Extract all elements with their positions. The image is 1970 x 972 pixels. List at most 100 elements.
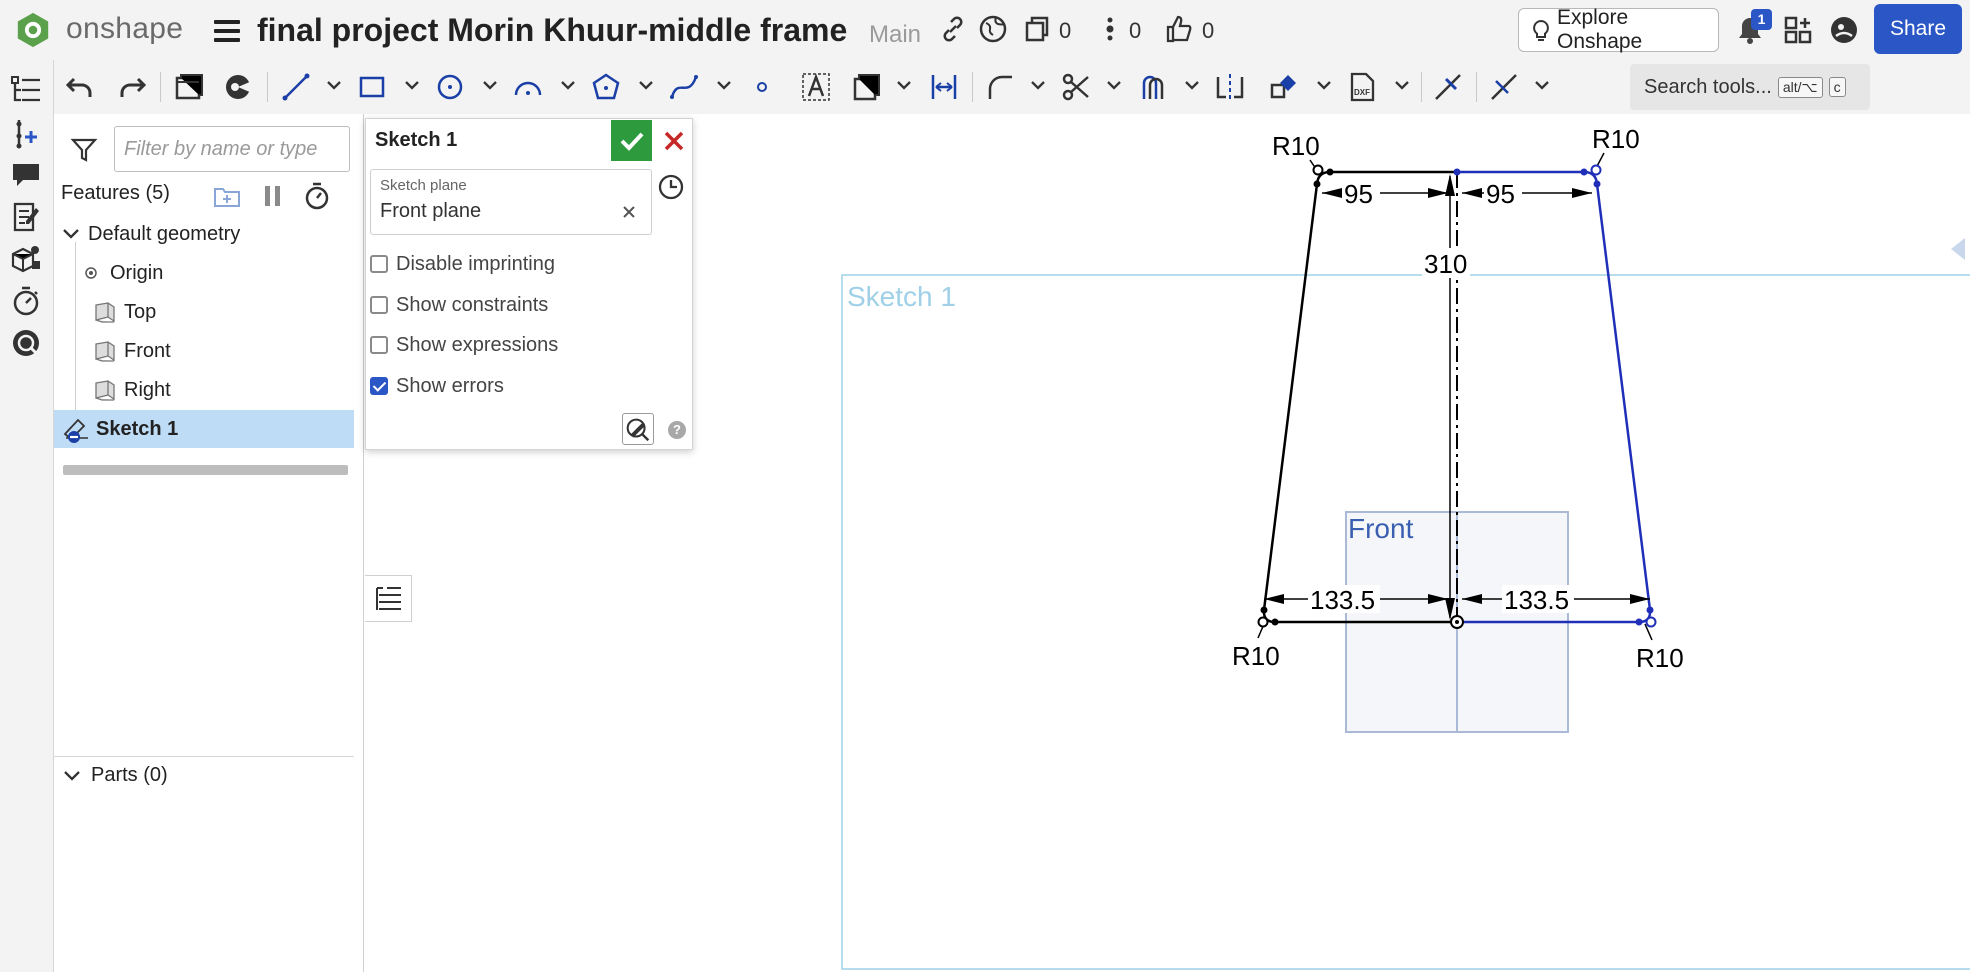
- show-expressions-option[interactable]: Show expressions: [370, 331, 558, 359]
- accept-button[interactable]: [611, 120, 652, 161]
- link-icon[interactable]: [938, 14, 968, 44]
- tree-item-default-geometry[interactable]: Default geometry: [54, 215, 354, 253]
- text-tool-icon[interactable]: [800, 71, 832, 103]
- dxf-import-icon[interactable]: DXF: [1346, 71, 1378, 103]
- disable-imprinting-option[interactable]: Disable imprinting: [370, 250, 555, 278]
- rectangle-tool-icon[interactable]: [356, 71, 388, 103]
- disable-imprinting-checkbox[interactable]: [370, 255, 388, 273]
- fillet-bottom-right-radius[interactable]: R10: [1636, 643, 1684, 673]
- bottom-right-dimension[interactable]: 133.5: [1504, 585, 1569, 615]
- sketch-mode-icon[interactable]: [172, 71, 204, 103]
- feature-list-toggle[interactable]: [365, 575, 412, 622]
- horizontal-scrollbar[interactable]: [63, 465, 348, 475]
- sketch-point[interactable]: [1260, 606, 1268, 614]
- collapse-right-panel-icon[interactable]: [1951, 238, 1965, 260]
- sketch-profile-right[interactable]: [1457, 170, 1652, 624]
- bottom-left-dimension[interactable]: 133.5: [1310, 585, 1375, 615]
- fillet-center-point[interactable]: [1257, 616, 1269, 628]
- user-avatar-icon[interactable]: [1828, 14, 1860, 46]
- height-dimension[interactable]: 310: [1424, 249, 1467, 279]
- offset-tool-icon[interactable]: [1138, 71, 1170, 103]
- chevron-down-icon[interactable]: [1184, 79, 1200, 91]
- insert-feature-icon[interactable]: [9, 116, 43, 150]
- chevron-down-icon[interactable]: [638, 79, 654, 91]
- sketch-point[interactable]: [1271, 618, 1279, 626]
- spline-tool-icon[interactable]: [668, 71, 700, 103]
- fillet-top-right-radius[interactable]: R10: [1592, 124, 1640, 154]
- tree-item-top[interactable]: Top: [54, 293, 354, 331]
- chevron-down-icon[interactable]: [63, 769, 81, 783]
- thumbs-up-icon[interactable]: [1164, 14, 1194, 44]
- filter-input[interactable]: Filter by name or type: [114, 126, 350, 172]
- sketch-point[interactable]: [1646, 606, 1654, 614]
- fillet-top-left-radius[interactable]: R10: [1272, 131, 1320, 161]
- top-right-dimension[interactable]: 95: [1486, 179, 1515, 209]
- help-icon[interactable]: ?: [668, 421, 686, 439]
- chevron-down-icon[interactable]: [326, 79, 342, 91]
- chevron-down-icon[interactable]: [1394, 79, 1410, 91]
- chevron-down-icon[interactable]: [62, 227, 80, 241]
- menu-icon[interactable]: [214, 20, 240, 42]
- sketch-point[interactable]: [1580, 168, 1588, 176]
- top-left-dimension[interactable]: 95: [1344, 179, 1373, 209]
- comments-icon[interactable]: [9, 158, 43, 192]
- sketch-point[interactable]: [1453, 168, 1461, 176]
- chevron-down-icon[interactable]: [560, 79, 576, 91]
- feature-list-icon[interactable]: [9, 72, 43, 106]
- chevron-down-icon[interactable]: [1316, 79, 1332, 91]
- brand-wordmark[interactable]: onshape: [66, 12, 183, 46]
- fillet-center-point[interactable]: [1645, 616, 1657, 628]
- explore-onshape-button[interactable]: Explore Onshape: [1518, 6, 1719, 53]
- onshape-ai-icon[interactable]: [9, 326, 43, 360]
- share-button[interactable]: Share: [1874, 4, 1962, 54]
- show-expressions-checkbox[interactable]: [370, 336, 388, 354]
- tree-item-sketch-1[interactable]: Sketch 1: [54, 410, 354, 448]
- more-vertical-icon[interactable]: [1095, 14, 1125, 44]
- search-tools-input[interactable]: Search tools... alt/⌥ c: [1630, 64, 1870, 110]
- intersect-tool-icon[interactable]: [1432, 71, 1464, 103]
- add-folder-icon[interactable]: [212, 181, 242, 211]
- chevron-down-icon[interactable]: [716, 79, 732, 91]
- point-tool-icon[interactable]: [746, 71, 778, 103]
- tree-item-front[interactable]: Front: [54, 332, 354, 370]
- sketch-point[interactable]: [1635, 618, 1643, 626]
- filter-icon[interactable]: [70, 136, 98, 164]
- chevron-down-icon[interactable]: [1534, 79, 1550, 91]
- document-title[interactable]: final project Morin Khuur-middle frame: [257, 12, 847, 49]
- chevron-down-icon[interactable]: [1106, 79, 1122, 91]
- chevron-down-icon[interactable]: [482, 79, 498, 91]
- branch-label[interactable]: Main: [869, 21, 921, 49]
- versions-icon[interactable]: [1022, 14, 1052, 44]
- fillet-bottom-left-radius[interactable]: R10: [1232, 641, 1280, 671]
- chevron-down-icon[interactable]: [1030, 79, 1046, 91]
- chevron-down-icon[interactable]: [896, 79, 912, 91]
- globe-icon[interactable]: [978, 14, 1008, 44]
- configurations-icon[interactable]: [9, 242, 43, 276]
- sketch-point[interactable]: [1313, 180, 1321, 188]
- trim-tool-icon[interactable]: [1060, 71, 1092, 103]
- show-errors-checkbox[interactable]: [370, 377, 388, 395]
- sketch-inspect-icon[interactable]: [622, 413, 654, 445]
- sketch-profile-left[interactable]: [1262, 170, 1457, 624]
- app-store-icon[interactable]: [1782, 14, 1814, 46]
- show-constraints-option[interactable]: Show constraints: [370, 291, 548, 319]
- construction-tool-icon[interactable]: [850, 71, 882, 103]
- tree-item-right[interactable]: Right: [54, 371, 354, 409]
- origin-point[interactable]: [1450, 615, 1464, 629]
- timer-icon[interactable]: [9, 284, 43, 318]
- parts-header[interactable]: Parts (0): [63, 764, 168, 787]
- sketch-point[interactable]: [1326, 168, 1334, 176]
- front-plane[interactable]: [1345, 511, 1569, 733]
- sketch-point[interactable]: [1593, 180, 1601, 188]
- arc-tool-icon[interactable]: [512, 71, 544, 103]
- use-projection-icon[interactable]: [222, 71, 254, 103]
- circle-tool-icon[interactable]: [434, 71, 466, 103]
- mirror-tool-icon[interactable]: [1214, 71, 1246, 103]
- cancel-close-icon[interactable]: [660, 127, 688, 155]
- transform-tool-icon[interactable]: [1268, 71, 1300, 103]
- history-icon[interactable]: [656, 172, 686, 202]
- fillet-center-point[interactable]: [1590, 164, 1602, 176]
- notes-icon[interactable]: [9, 200, 43, 234]
- chevron-down-icon[interactable]: [404, 79, 420, 91]
- timer-icon[interactable]: [302, 181, 332, 211]
